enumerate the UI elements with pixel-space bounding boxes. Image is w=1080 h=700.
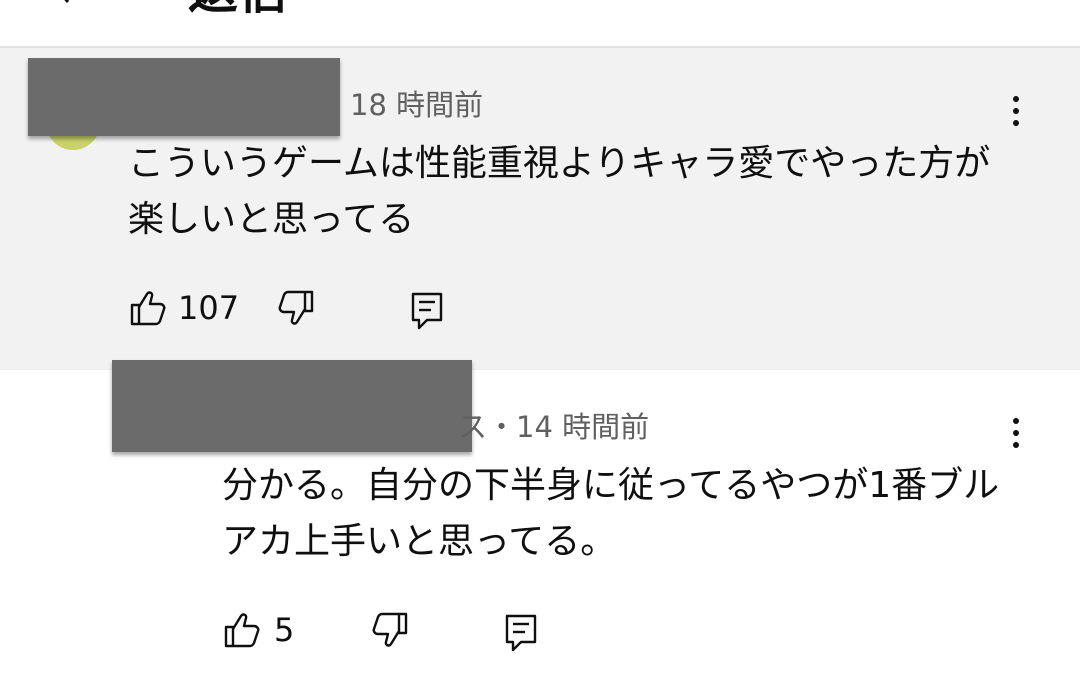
thumbs-down-icon <box>278 290 314 325</box>
back-button[interactable] <box>46 0 86 6</box>
reply-button[interactable] <box>408 290 448 330</box>
dislike-button[interactable] <box>276 290 316 330</box>
thumbs-down-icon <box>372 612 408 647</box>
header: 返信 <box>0 0 1080 48</box>
reply-author-fragment[interactable]: ス <box>458 410 487 444</box>
thumbs-up-icon <box>224 613 260 648</box>
reply-more-button[interactable] <box>1004 416 1028 456</box>
comment-text: こういうゲームは性能重視よりキャラ愛でやった方が楽しいと思ってる <box>128 143 991 240</box>
comment: 18 時間前 こういうゲームは性能重視よりキャラ愛でやった方が楽しいと思ってる … <box>0 48 1080 370</box>
comment-actions: 107 <box>128 286 468 330</box>
comment-timestamp: 18 時間前 <box>350 88 484 122</box>
close-icon <box>1010 0 1044 8</box>
thumbs-up-icon <box>130 291 166 326</box>
reply-timestamp: 14 時間前 <box>516 410 650 444</box>
reply-icon <box>411 292 443 330</box>
reply-actions: 5 <box>222 608 562 652</box>
more-vert-icon <box>1013 96 1019 102</box>
redacted-author <box>112 360 472 452</box>
chevron-left-icon <box>64 0 70 3</box>
reply: ス・14 時間前 分かる。自分の下半身に従ってるやつが1番ブルアカ上手いと思って… <box>0 360 1080 700</box>
reply-text: 分かる。自分の下半身に従ってるやつが1番ブルアカ上手いと思ってる。 <box>222 465 1000 562</box>
like-count: 5 <box>274 611 295 649</box>
page-title: 返信 <box>188 0 288 16</box>
reply-button[interactable] <box>502 612 542 652</box>
redacted-author <box>28 58 340 136</box>
like-button[interactable] <box>222 610 262 650</box>
like-count: 107 <box>178 289 240 327</box>
replies-page: 返信 18 時間前 こういうゲームは性能重視よりキャラ愛でやった方が楽しいと思っ… <box>0 0 1080 700</box>
more-vert-icon <box>1013 418 1019 424</box>
reply-meta: ス・14 時間前 <box>458 410 649 444</box>
reply-icon <box>505 614 537 652</box>
comment-more-button[interactable] <box>1004 94 1028 134</box>
like-button[interactable] <box>128 288 168 328</box>
close-button[interactable] <box>1010 0 1044 12</box>
dislike-button[interactable] <box>370 612 410 652</box>
meta-separator: ・ <box>487 410 517 444</box>
